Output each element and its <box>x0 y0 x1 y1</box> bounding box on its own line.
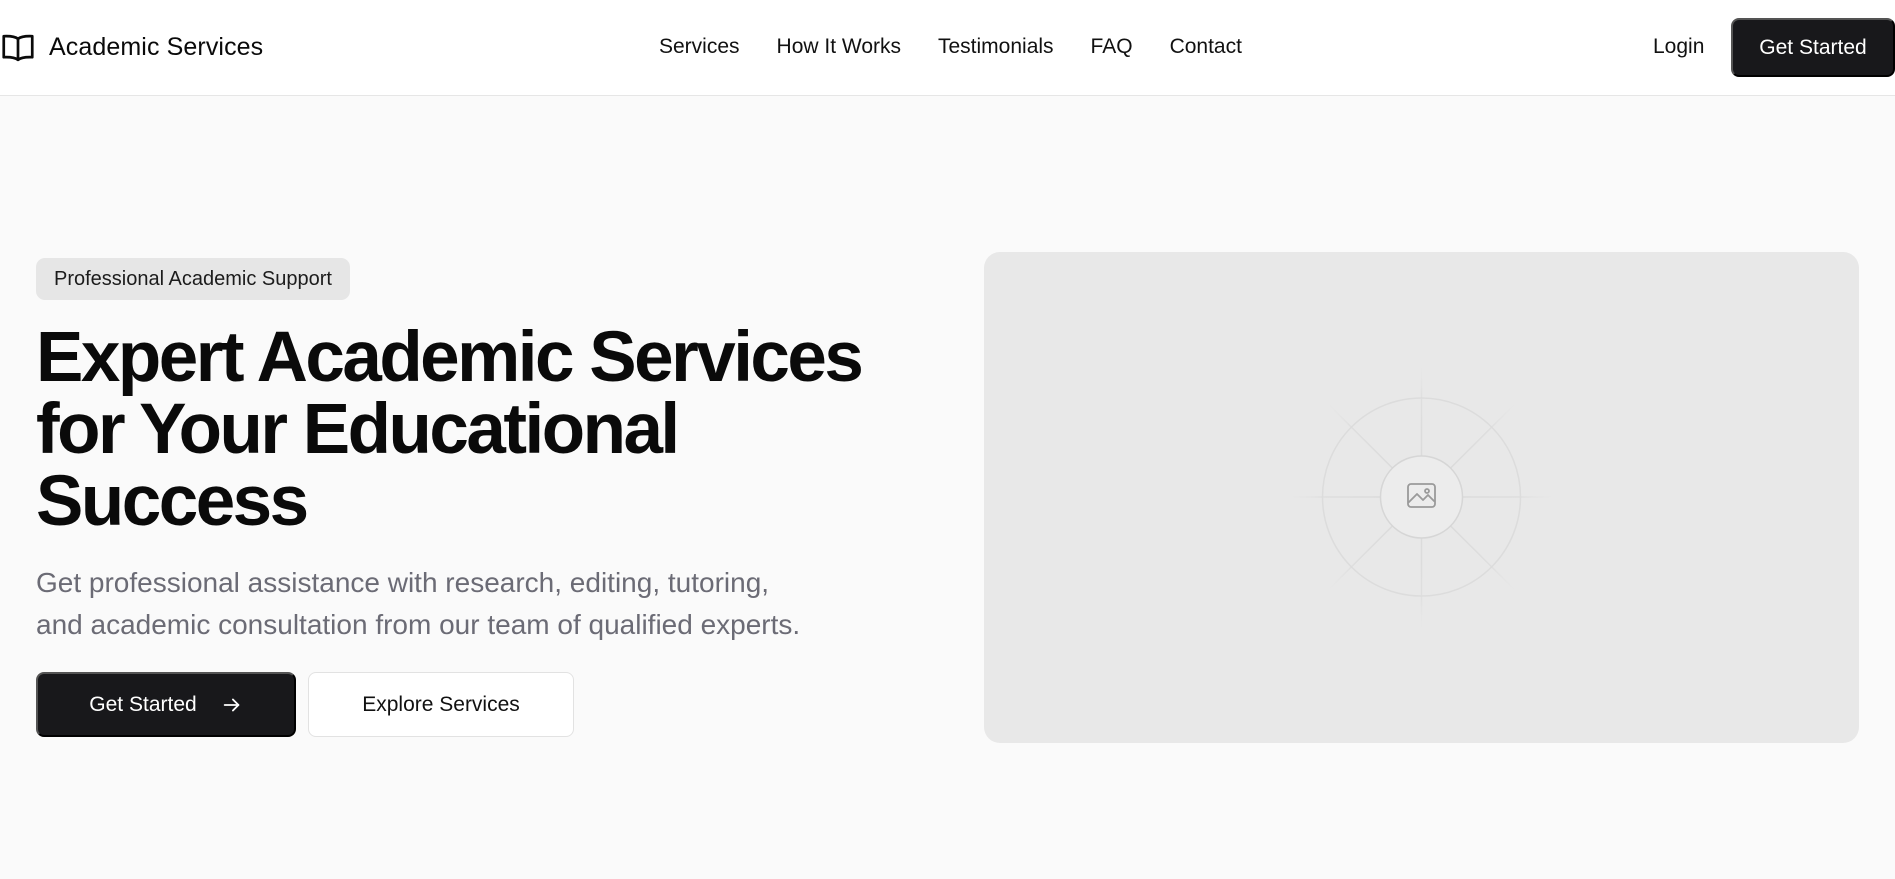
login-link[interactable]: Login <box>1653 32 1704 62</box>
hero-headline: Expert Academic Services for Your Educat… <box>36 322 936 538</box>
main-navigation: Services How It Works Testimonials FAQ C… <box>659 32 1242 62</box>
top-navbar: Academic Services Services How It Works … <box>0 0 1895 96</box>
hero-get-started-label: Get Started <box>89 692 197 716</box>
nav-link-contact[interactable]: Contact <box>1170 35 1242 59</box>
hero-subtitle-line: Get professional assistance with researc… <box>36 567 770 598</box>
hero-badge: Professional Academic Support <box>36 258 350 300</box>
brand-logo-link[interactable]: Academic Services <box>0 29 263 65</box>
hero-headline-line: Expert Academic Services <box>36 318 864 397</box>
hero-subtitle-line: and academic consultation from our team … <box>36 609 801 640</box>
placeholder-illustration <box>1286 366 1557 628</box>
brand-name: Academic Services <box>49 32 264 61</box>
hero-image-placeholder <box>984 252 1859 743</box>
nav-link-faq[interactable]: FAQ <box>1091 35 1133 59</box>
nav-link-how-it-works[interactable]: How It Works <box>777 35 901 59</box>
header-get-started-button[interactable]: Get Started <box>1731 18 1895 77</box>
hero-get-started-button[interactable]: Get Started <box>36 672 296 737</box>
nav-link-services[interactable]: Services <box>659 35 740 59</box>
explore-services-button[interactable]: Explore Services <box>308 672 574 737</box>
hero-headline-line: Success <box>36 462 309 541</box>
hero-headline-line: for Your Educational <box>36 390 680 469</box>
hero-subtitle: Get professional assistance with researc… <box>36 562 936 646</box>
arrow-right-icon <box>223 698 240 711</box>
open-book-icon <box>2 34 34 62</box>
nav-link-testimonials[interactable]: Testimonials <box>938 35 1054 59</box>
